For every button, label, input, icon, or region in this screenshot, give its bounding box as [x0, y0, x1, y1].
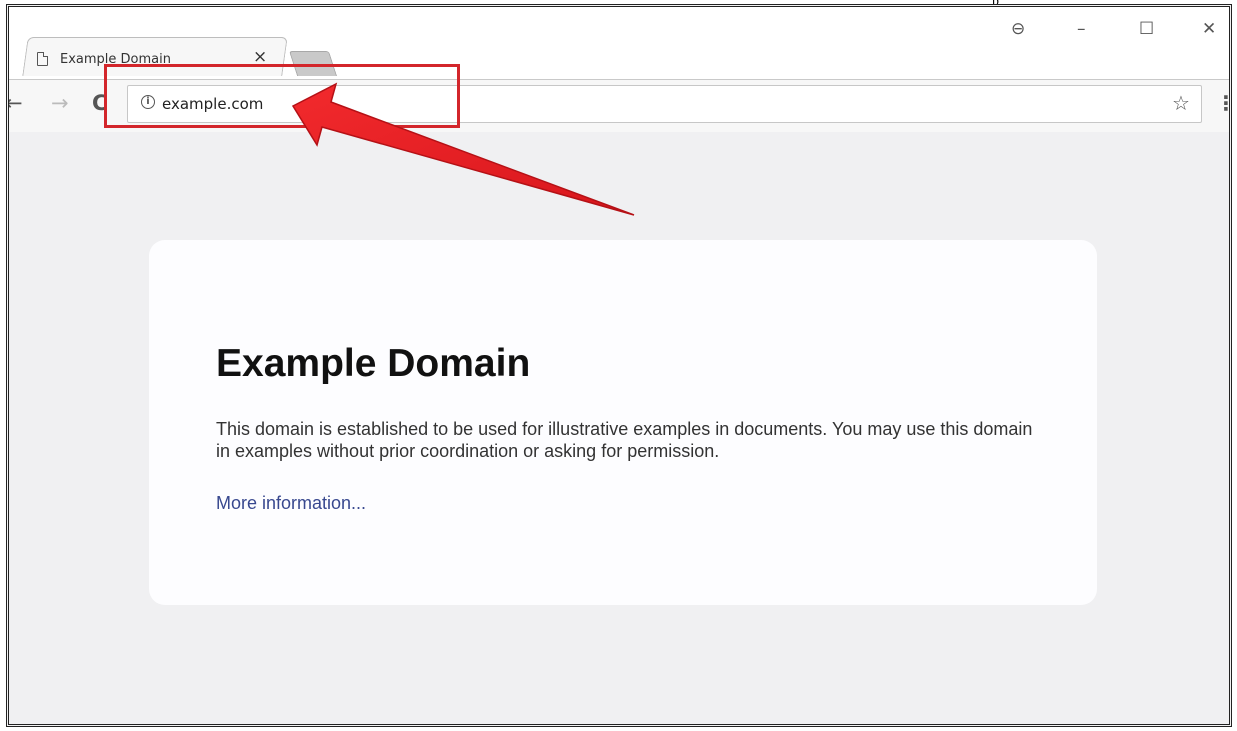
screenshot: p Example Domain × ⊖ – ☐ ✕ ← → C i examp…	[0, 0, 1237, 731]
annotation-arrow	[291, 82, 635, 216]
